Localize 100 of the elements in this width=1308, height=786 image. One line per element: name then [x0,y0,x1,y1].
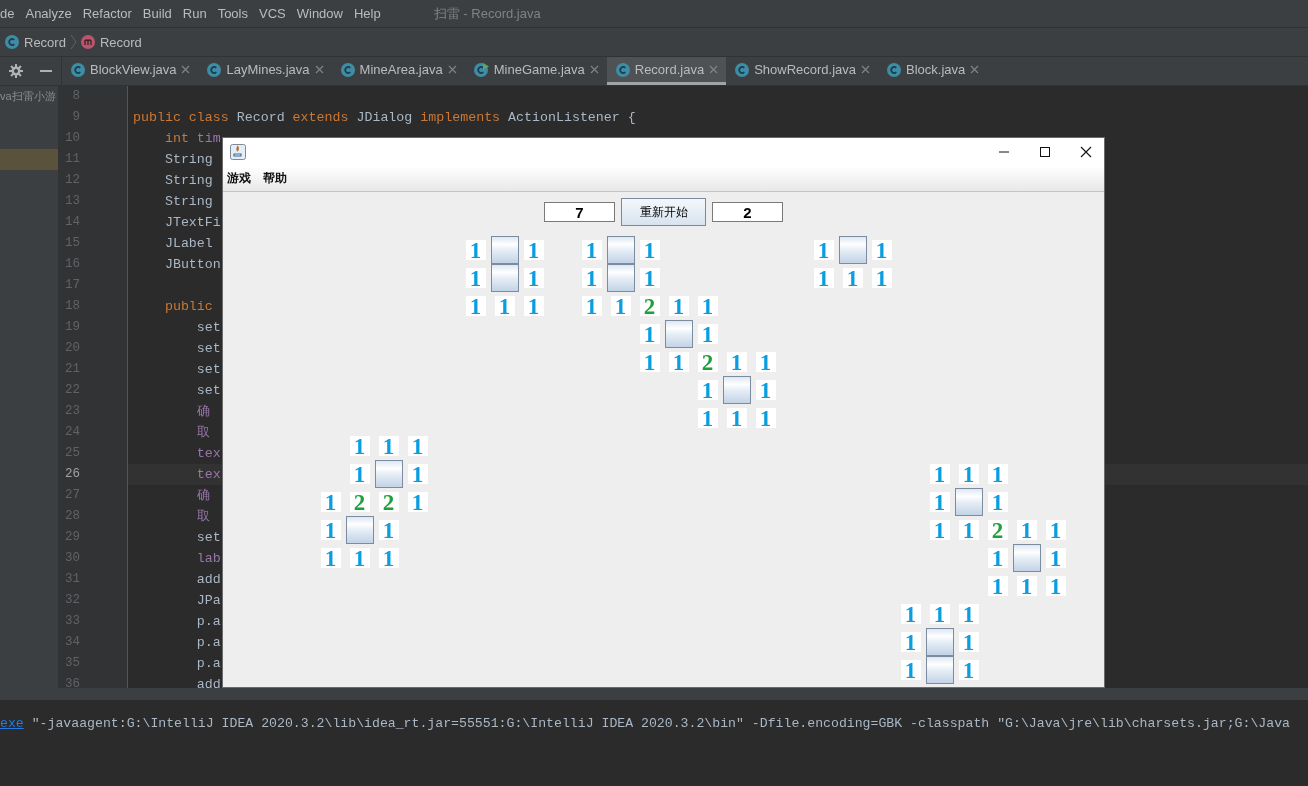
number-cell: 1 [929,464,950,484]
number-cell: 1 [987,576,1008,596]
number-cell: 1 [1016,576,1037,596]
class-icon [887,62,901,77]
line-number: 26 [58,464,128,485]
covered-cell[interactable] [954,488,983,516]
editor-tab[interactable]: Record.java [606,57,727,85]
number-cell: 1 [929,492,950,512]
class-icon [207,62,222,77]
code-token: Record [235,109,286,127]
number-cell: 1 [929,520,950,540]
number-cell: 1 [842,268,863,288]
covered-cell[interactable] [374,460,403,488]
counter-field[interactable]: 7 [544,202,615,222]
menu-item[interactable]: de [0,6,15,21]
number-cell: 1 [639,324,660,344]
number-cell: 1 [726,352,747,372]
menu-item[interactable]: Help [354,6,381,21]
number-cell: 1 [581,240,602,260]
number-cell: 1 [755,380,776,400]
code-token: String [163,151,213,169]
code-token: 取 [195,424,210,442]
code-token: add [195,571,221,589]
covered-cell[interactable] [345,516,374,544]
settings-icon[interactable] [8,64,23,78]
number-cell: 1 [320,492,341,512]
number-cell: 1 [987,464,1008,484]
class-icon [71,62,85,77]
number-cell: 1 [349,464,370,484]
menu-item[interactable]: VCS [259,6,286,21]
menu-item[interactable]: Window [296,6,343,21]
covered-cell[interactable] [606,236,635,264]
number-cell: 1 [726,408,747,428]
number-cell: 1 [378,520,399,540]
code-token: JPa [195,592,221,610]
number-cell: 1 [639,268,660,288]
number-cell: 1 [639,240,660,260]
menu-item[interactable]: Run [182,6,207,21]
number-cell: 1 [697,408,718,428]
code-token: public class [133,109,229,127]
number-cell: 1 [813,268,834,288]
menu-item[interactable]: Tools [217,6,248,21]
menu-item[interactable]: Build [142,6,172,21]
number-cell: 2 [987,520,1008,540]
number-cell: 1 [958,604,979,624]
code-token: String [163,172,213,190]
covered-cell[interactable] [722,376,751,404]
number-cell: 1 [668,296,689,316]
code-token: public [163,298,213,316]
code-token: String [163,193,213,211]
number-cell: 1 [697,380,718,400]
number-cell: 1 [958,660,979,680]
number-cell: 1 [987,492,1008,512]
number-cell: 1 [581,268,602,288]
code-token: tim [195,130,221,148]
covered-cell[interactable] [664,320,693,348]
console-link[interactable]: exe [0,716,24,786]
breadcrumb-item[interactable]: Record [99,34,142,50]
covered-cell[interactable] [925,656,954,684]
close-icon[interactable] [1080,146,1092,158]
cup-icon [230,144,246,160]
number-cell: 1 [581,296,602,316]
maximize-icon[interactable] [1039,146,1051,158]
covered-cell[interactable] [925,628,954,656]
code-token: 取 [195,508,210,526]
covered-cell[interactable] [490,236,519,264]
code-token: JButton [163,256,221,274]
number-cell: 1 [494,296,515,316]
number-cell: 1 [958,464,979,484]
covered-cell[interactable] [606,264,635,292]
code-token: set [195,361,221,379]
code-token: ActionListener { [507,109,636,127]
menu-item[interactable]: 游戏 [227,170,251,187]
menu-item[interactable]: Analyze [25,6,72,21]
number-cell: 1 [465,240,486,260]
minimize-icon[interactable] [40,70,53,72]
counter-field[interactable]: 2 [712,202,783,222]
number-cell: 1 [349,436,370,456]
covered-cell[interactable] [838,236,867,264]
number-cell: 2 [378,492,399,512]
number-cell: 1 [900,632,921,652]
restart-button[interactable]: 重新开始 [621,198,706,226]
menu-item[interactable]: 帮助 [263,170,287,187]
code-token: set [195,529,221,547]
code-token: tex [195,466,221,484]
window-title: 扫雷 - Record.java [433,4,541,23]
covered-cell[interactable] [1012,544,1041,572]
number-cell: 1 [378,548,399,568]
class-icon [735,62,750,77]
number-cell: 1 [639,352,660,372]
class-icon [5,35,19,49]
number-cell: 1 [1016,520,1037,540]
number-cell: 2 [639,296,660,316]
project-name[interactable]: va扫雷小游 [0,86,58,107]
number-cell: 1 [1045,520,1066,540]
breadcrumb-item[interactable]: Record [24,34,66,50]
number-cell: 1 [407,464,428,484]
covered-cell[interactable] [490,264,519,292]
number-cell: 2 [697,352,718,372]
menu-item[interactable]: Refactor [82,6,132,21]
